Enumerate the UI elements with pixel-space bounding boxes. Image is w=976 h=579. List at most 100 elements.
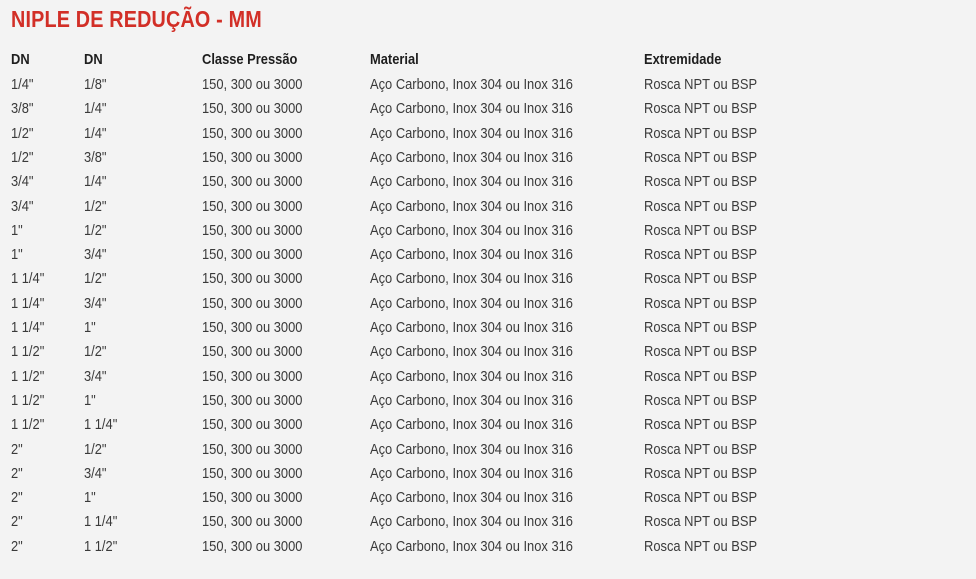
cell-dn-reduced: 1 1/4" <box>84 513 118 531</box>
cell-pressure-class: 150, 300 ou 3000 <box>202 148 303 166</box>
cell-material: Aço Carbono, Inox 304 ou Inox 316 <box>370 124 573 142</box>
cell-dn-nominal: 1" <box>11 246 23 264</box>
cell-dn-reduced: 1/2" <box>84 197 107 215</box>
cell-end-connection: Rosca NPT ou BSP <box>644 197 758 215</box>
cell-pressure-class: 150, 300 ou 3000 <box>202 100 303 118</box>
cell-dn-reduced: 1/4" <box>84 100 107 118</box>
cell-material: Aço Carbono, Inox 304 ou Inox 316 <box>370 367 573 385</box>
header-pressure-class: Classe Pressão <box>202 51 298 68</box>
cell-dn-nominal: 1 1/2" <box>11 367 45 385</box>
cell-pressure-class: 150, 300 ou 3000 <box>202 197 303 215</box>
cell-pressure-class: 150, 300 ou 3000 <box>202 416 303 434</box>
table-row: 1/2" 3/8" 150, 300 ou 3000 Aço Carbono, Ino… <box>0 146 976 170</box>
table-row: 3/4" 1/4" 150, 300 ou 3000 Aço Carbono, Ino… <box>0 170 976 194</box>
cell-pressure-class: 150, 300 ou 3000 <box>202 246 303 264</box>
cell-dn-reduced: 1/2" <box>84 221 107 239</box>
cell-pressure-class: 150, 300 ou 3000 <box>202 343 303 361</box>
cell-dn-reduced: 1 1/4" <box>84 416 118 434</box>
cell-dn-reduced: 3/8" <box>84 148 107 166</box>
cell-end-connection: Rosca NPT ou BSP <box>644 343 758 361</box>
cell-end-connection: Rosca NPT ou BSP <box>644 319 758 336</box>
cell-pressure-class: 150, 300 ou 3000 <box>202 489 303 507</box>
cell-dn-nominal: 1/2" <box>11 148 34 166</box>
cell-end-connection: Rosca NPT ou BSP <box>644 416 758 434</box>
table-row: 1/2" 1/4" 150, 300 ou 3000 Aço Carbono, Ino… <box>0 122 976 146</box>
cell-dn-reduced: 1/8" <box>84 76 107 93</box>
cell-end-connection: Rosca NPT ou BSP <box>644 124 758 142</box>
cell-material: Aço Carbono, Inox 304 ou Inox 316 <box>370 221 573 239</box>
table-row: 1 1/4" 3/4" 150, 300 ou 3000 Aço Carbono, I… <box>0 292 976 316</box>
cell-material: Aço Carbono, Inox 304 ou Inox 316 <box>370 513 573 531</box>
cell-pressure-class: 150, 300 ou 3000 <box>202 76 303 93</box>
cell-material: Aço Carbono, Inox 304 ou Inox 316 <box>370 391 573 409</box>
cell-end-connection: Rosca NPT ou BSP <box>644 270 758 288</box>
cell-material: Aço Carbono, Inox 304 ou Inox 316 <box>370 416 573 434</box>
cell-dn-nominal: 1 1/4" <box>11 270 45 288</box>
cell-pressure-class: 150, 300 ou 3000 <box>202 367 303 385</box>
product-spec-page: NIPLE DE REDUÇÃO - MM DN DN Classe Press… <box>0 0 976 579</box>
cell-pressure-class: 150, 300 ou 3000 <box>202 319 303 336</box>
cell-dn-nominal: 3/4" <box>11 173 34 191</box>
cell-pressure-class: 150, 300 ou 3000 <box>202 221 303 239</box>
cell-pressure-class: 150, 300 ou 3000 <box>202 440 303 458</box>
table-row: 1 1/4" 1" 150, 300 ou 3000 Aço Carbono, Ino… <box>0 316 976 340</box>
cell-end-connection: Rosca NPT ou BSP <box>644 221 758 239</box>
cell-dn-reduced: 1 1/2" <box>84 537 118 555</box>
cell-dn-nominal: 3/4" <box>11 197 34 215</box>
table-row: 1 1/2" 1" 150, 300 ou 3000 Aço Carbono, Ino… <box>0 389 976 413</box>
table-row: 1 1/2" 1/2" 150, 300 ou 3000 Aço Carbono, I… <box>0 340 976 364</box>
cell-pressure-class: 150, 300 ou 3000 <box>202 270 303 288</box>
cell-dn-nominal: 1 1/2" <box>11 391 45 409</box>
table-header: DN DN Classe Pressão Material Extremidad… <box>0 48 976 72</box>
cell-end-connection: Rosca NPT ou BSP <box>644 537 758 555</box>
table-row: 3/4" 1/2" 150, 300 ou 3000 Aço Carbono, Ino… <box>0 195 976 219</box>
table-row: 1 1/4" 1/2" 150, 300 ou 3000 Aço Carbono, I… <box>0 267 976 291</box>
header-end-connection: Extremidade <box>644 51 722 68</box>
cell-pressure-class: 150, 300 ou 3000 <box>202 513 303 531</box>
table-row: 1" 1/2" 150, 300 ou 3000 Aço Carbono, Inox … <box>0 219 976 243</box>
cell-dn-reduced: 1" <box>84 319 96 336</box>
header-material: Material <box>370 51 419 68</box>
cell-end-connection: Rosca NPT ou BSP <box>644 76 758 93</box>
cell-end-connection: Rosca NPT ou BSP <box>644 489 758 507</box>
cell-material: Aço Carbono, Inox 304 ou Inox 316 <box>370 197 573 215</box>
cell-pressure-class: 150, 300 ou 3000 <box>202 124 303 142</box>
table-row: 2" 3/4" 150, 300 ou 3000 Aço Carbono, Inox … <box>0 462 976 486</box>
cell-dn-nominal: 1" <box>11 221 23 239</box>
cell-material: Aço Carbono, Inox 304 ou Inox 316 <box>370 148 573 166</box>
cell-material: Aço Carbono, Inox 304 ou Inox 316 <box>370 537 573 555</box>
cell-pressure-class: 150, 300 ou 3000 <box>202 391 303 409</box>
cell-end-connection: Rosca NPT ou BSP <box>644 464 758 482</box>
table-row: 2" 1 1/2" 150, 300 ou 3000 Aço Carbono, Ino… <box>0 535 976 559</box>
cell-pressure-class: 150, 300 ou 3000 <box>202 464 303 482</box>
cell-dn-nominal: 1 1/2" <box>11 416 45 434</box>
cell-dn-reduced: 3/4" <box>84 464 107 482</box>
cell-end-connection: Rosca NPT ou BSP <box>644 173 758 191</box>
cell-dn-nominal: 1/2" <box>11 124 34 142</box>
cell-material: Aço Carbono, Inox 304 ou Inox 316 <box>370 173 573 191</box>
cell-dn-reduced: 3/4" <box>84 246 107 264</box>
cell-dn-reduced: 3/4" <box>84 367 107 385</box>
cell-material: Aço Carbono, Inox 304 ou Inox 316 <box>370 440 573 458</box>
cell-pressure-class: 150, 300 ou 3000 <box>202 173 303 191</box>
cell-dn-reduced: 3/4" <box>84 294 107 312</box>
cell-material: Aço Carbono, Inox 304 ou Inox 316 <box>370 319 573 336</box>
cell-material: Aço Carbono, Inox 304 ou Inox 316 <box>370 489 573 507</box>
cell-dn-reduced: 1" <box>84 391 96 409</box>
cell-pressure-class: 150, 300 ou 3000 <box>202 537 303 555</box>
cell-dn-reduced: 1/2" <box>84 343 107 361</box>
page-title: NIPLE DE REDUÇÃO - MM <box>11 6 262 32</box>
table-row: 3/8" 1/4" 150, 300 ou 3000 Aço Carbono, Ino… <box>0 97 976 121</box>
cell-material: Aço Carbono, Inox 304 ou Inox 316 <box>370 76 573 93</box>
cell-end-connection: Rosca NPT ou BSP <box>644 100 758 118</box>
cell-dn-nominal: 1 1/2" <box>11 343 45 361</box>
cell-material: Aço Carbono, Inox 304 ou Inox 316 <box>370 464 573 482</box>
cell-dn-reduced: 1/4" <box>84 124 107 142</box>
cell-dn-nominal: 1 1/4" <box>11 319 45 336</box>
cell-material: Aço Carbono, Inox 304 ou Inox 316 <box>370 343 573 361</box>
cell-material: Aço Carbono, Inox 304 ou Inox 316 <box>370 246 573 264</box>
header-dn-reduced: DN <box>84 51 103 68</box>
cell-material: Aço Carbono, Inox 304 ou Inox 316 <box>370 100 573 118</box>
cell-dn-nominal: 1/4" <box>11 76 34 93</box>
table-row: 1 1/2" 3/4" 150, 300 ou 3000 Aço Carbono, I… <box>0 365 976 389</box>
